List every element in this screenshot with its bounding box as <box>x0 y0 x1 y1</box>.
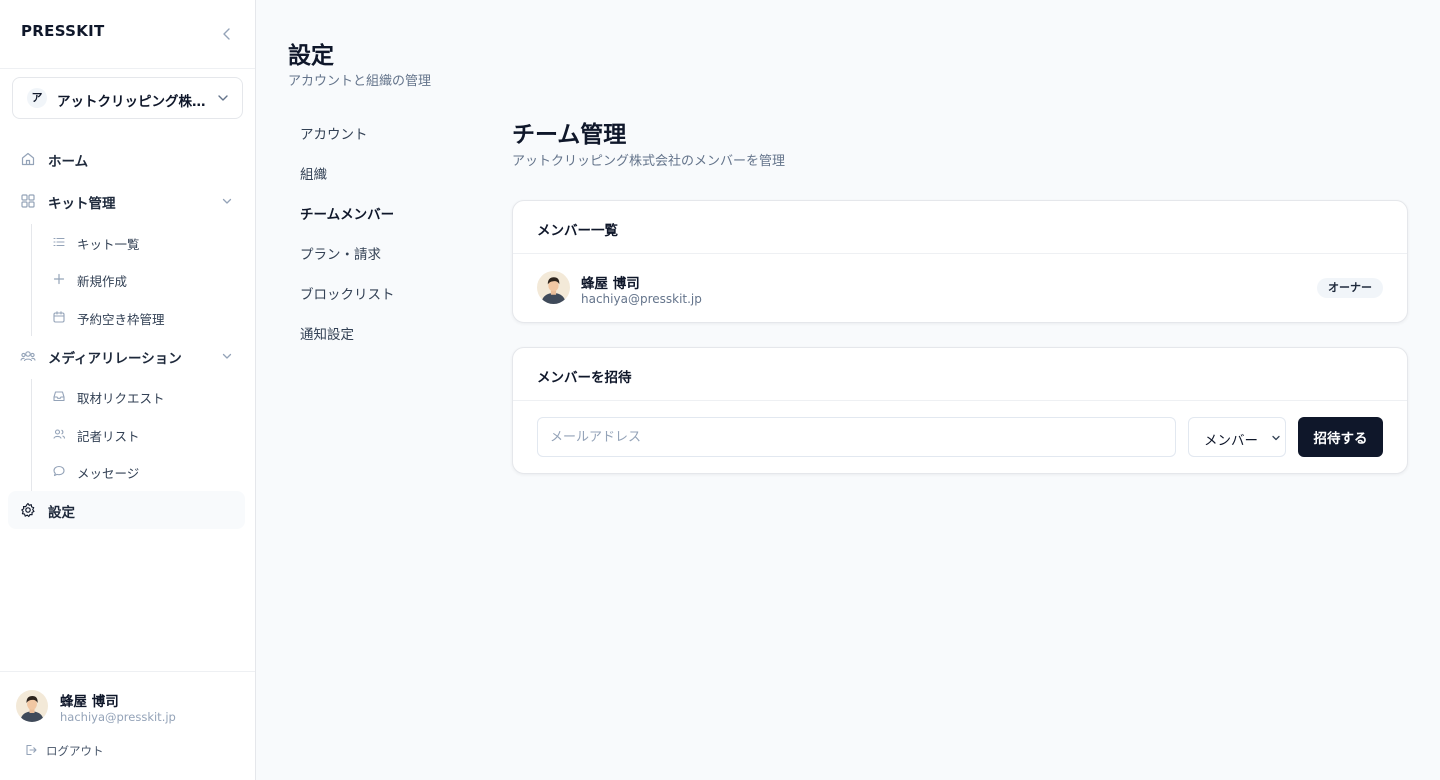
logout-label: ログアウト <box>46 744 104 758</box>
sidebar-subitem-messages[interactable]: メッセージ <box>44 455 244 487</box>
sidebar-subitem-journalist-list[interactable]: 記者リスト <box>44 418 244 450</box>
page-title: 設定 <box>288 43 334 69</box>
home-icon <box>20 151 36 167</box>
section-title: チーム管理 <box>512 122 627 148</box>
member-email: hachiya@presskit.jp <box>581 292 702 306</box>
sidebar-subitem-slot-management[interactable]: 予約空き枠管理 <box>44 301 244 333</box>
invite-button[interactable]: 招待する <box>1298 417 1383 457</box>
sidebar-item-settings[interactable]: 設定 <box>8 491 245 529</box>
invite-email-input[interactable] <box>537 417 1176 457</box>
card-title: メンバーを招待 <box>537 370 632 386</box>
settings-tab-team-members[interactable]: チームメンバー <box>290 196 470 226</box>
sidebar-subitem-label: 記者リスト <box>77 429 140 444</box>
sidebar-subitem-label: 新規作成 <box>77 274 128 289</box>
sidebar-item-kit-management[interactable]: キット管理 <box>8 182 245 220</box>
logout-button[interactable]: ログアウト <box>18 740 128 760</box>
logout-icon <box>24 743 38 757</box>
organization-switcher[interactable]: ア アットクリッピング株式会社 <box>12 77 243 119</box>
submenu-divider <box>31 379 32 491</box>
settings-tab-label: 通知設定 <box>300 327 354 343</box>
section-subtitle: アットクリッピング株式会社のメンバーを管理 <box>512 154 786 169</box>
inbox-icon <box>52 389 66 403</box>
chevron-down-icon <box>216 91 230 105</box>
plus-icon <box>52 272 66 286</box>
settings-tab-label: ブロックリスト <box>300 287 395 303</box>
settings-tab-account[interactable]: アカウント <box>290 116 470 146</box>
card-header: メンバーを招待 <box>513 348 1407 401</box>
role-badge: オーナー <box>1317 278 1383 298</box>
settings-tab-label: チームメンバー <box>300 207 395 223</box>
app-logo[interactable]: PRESSKIT <box>21 22 105 40</box>
sidebar-subitem-label: メッセージ <box>77 466 140 481</box>
settings-tab-organization[interactable]: 組織 <box>290 156 470 186</box>
role-select[interactable]: メンバー <box>1188 417 1286 457</box>
role-select-value: メンバー <box>1204 433 1258 449</box>
organization-name: アットクリッピング株式会社 <box>57 94 212 110</box>
sidebar-footer: 蜂屋 博司 hachiya@presskit.jp ログアウト <box>0 671 255 780</box>
sidebar-subitem-new-create[interactable]: 新規作成 <box>44 263 244 295</box>
users-icon <box>52 427 66 441</box>
sidebar-subitem-kit-list[interactable]: キット一覧 <box>44 226 244 258</box>
sidebar-item-label: 設定 <box>48 505 75 521</box>
card-title: メンバー一覧 <box>537 223 618 239</box>
sidebar-header: PRESSKIT <box>0 0 255 69</box>
card-header: メンバー一覧 <box>513 201 1407 254</box>
settings-tab-blocklist[interactable]: ブロックリスト <box>290 276 470 306</box>
users-group-icon <box>20 348 36 364</box>
collapse-sidebar-button[interactable] <box>219 26 235 42</box>
sidebar-subitem-label: 取材リクエスト <box>77 391 165 406</box>
list-icon <box>52 235 66 249</box>
sidebar-item-media-relations[interactable]: メディアリレーション <box>8 337 245 375</box>
chevron-left-icon <box>223 28 230 40</box>
page-subtitle: アカウントと組織の管理 <box>288 74 432 89</box>
user-name: 蜂屋 博司 <box>60 694 119 710</box>
user-email: hachiya@presskit.jp <box>60 710 176 724</box>
sidebar-item-label: キット管理 <box>48 196 116 212</box>
member-name: 蜂屋 博司 <box>581 276 640 292</box>
settings-tab-label: 組織 <box>300 167 327 183</box>
calendar-icon <box>52 310 66 324</box>
settings-tab-label: アカウント <box>300 127 368 143</box>
grid-icon <box>20 193 36 209</box>
sidebar-item-label: ホーム <box>48 154 89 170</box>
gear-icon <box>20 502 36 518</box>
member-avatar <box>537 271 570 304</box>
chevron-down-icon <box>1271 433 1281 443</box>
chevron-down-icon <box>221 195 233 207</box>
user-avatar[interactable] <box>16 690 48 722</box>
sidebar: PRESSKIT ア アットクリッピング株式会社 ホーム <box>0 0 256 780</box>
chevron-down-icon <box>221 350 233 362</box>
sidebar-subitem-interview-requests[interactable]: 取材リクエスト <box>44 380 244 412</box>
settings-tab-plan-billing[interactable]: プラン・請求 <box>290 236 470 266</box>
invite-member-card: メンバーを招待 メンバー 招待する <box>512 347 1408 474</box>
chat-bubble-icon <box>52 464 66 478</box>
sidebar-item-home[interactable]: ホーム <box>8 140 245 178</box>
settings-tab-label: プラン・請求 <box>300 247 381 263</box>
sidebar-subitem-label: キット一覧 <box>77 237 140 252</box>
organization-avatar: ア <box>27 88 47 108</box>
member-list-card: メンバー一覧 蜂屋 博司 hachiya@presskit.jp オーナー <box>512 200 1408 323</box>
settings-tab-notifications[interactable]: 通知設定 <box>290 316 470 346</box>
submenu-divider <box>31 224 32 336</box>
sidebar-subitem-label: 予約空き枠管理 <box>77 312 165 327</box>
sidebar-item-label: メディアリレーション <box>48 351 182 367</box>
